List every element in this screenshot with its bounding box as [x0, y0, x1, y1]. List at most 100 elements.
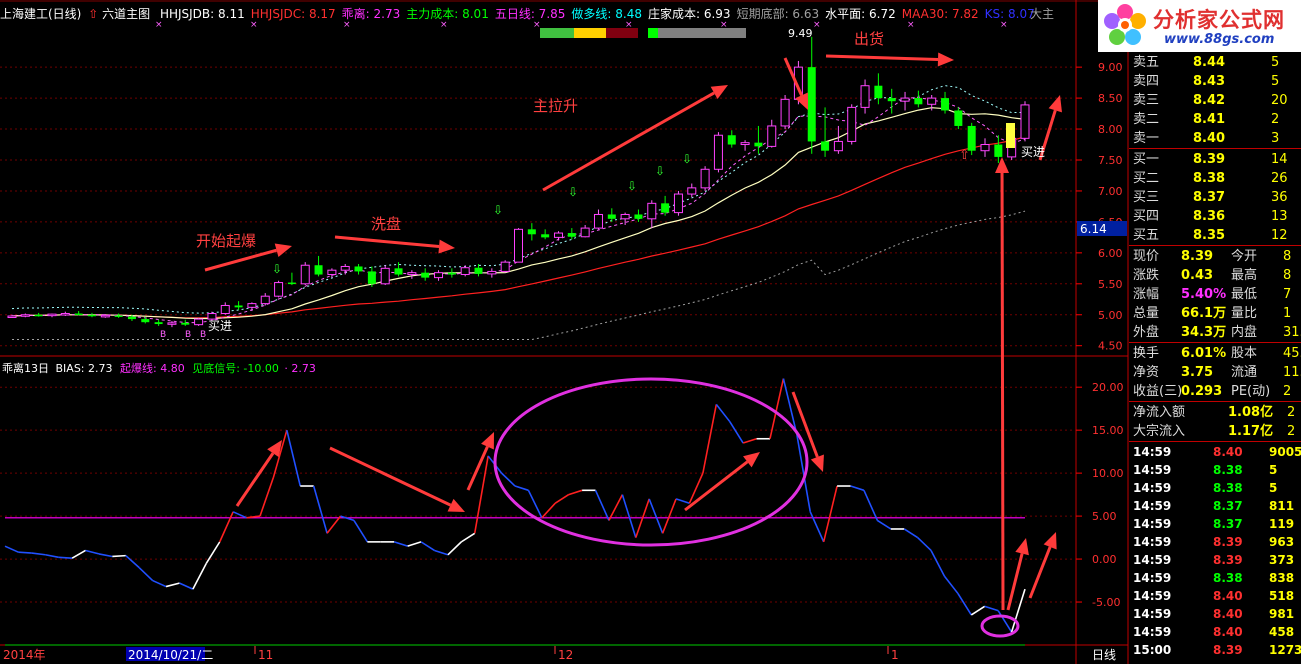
stock-title[interactable]: 上海建工(日线): [0, 7, 81, 21]
quote-price: 8.37: [1193, 190, 1226, 205]
signal-bar: [540, 28, 746, 38]
bias-last-value: · 2.73: [284, 362, 316, 375]
flow-row: 大宗流入 1.17亿 2: [1131, 422, 1301, 441]
bias-segment: [876, 519, 892, 530]
price-tick-label: 5.00: [1098, 309, 1123, 322]
candle: [181, 319, 190, 326]
trade-time: 14:59: [1133, 625, 1172, 639]
stat-value: 0.43: [1181, 268, 1214, 283]
trade-row: 14:59 8.38 838: [1131, 569, 1301, 587]
quote-row: 卖四 8.43 5: [1131, 72, 1301, 91]
trade-volume: 458: [1269, 625, 1295, 639]
candle-body-up: [7, 315, 17, 318]
trade-row: 14:59 8.40 9005: [1131, 443, 1301, 461]
stat-value: 34.3万: [1181, 325, 1227, 340]
candle-body-up: [194, 318, 204, 326]
b-marker: B: [185, 330, 191, 340]
bias-segment: [434, 549, 449, 556]
quote-price: 8.43: [1193, 74, 1226, 89]
svg-text:12: 12: [558, 648, 573, 662]
bias-segment: [541, 502, 556, 519]
bias-segment: [152, 579, 167, 588]
stat-value: 2: [1283, 384, 1292, 399]
header-item: HHJSJDB: 8.11: [159, 7, 245, 21]
candle-body-down: [994, 144, 1003, 157]
bias-segment: [192, 562, 208, 590]
bias-segment: [822, 485, 838, 543]
candle: [541, 229, 550, 240]
candle-body-up: [740, 142, 750, 146]
divider: [1129, 441, 1301, 442]
candle: [60, 311, 70, 316]
svg-text:1: 1: [891, 648, 899, 662]
header-item: 乖离: 2.73: [341, 7, 401, 21]
header-item: 水平面: 6.72: [825, 7, 896, 21]
candle-body-down: [914, 98, 923, 105]
candle: [460, 265, 470, 277]
candle: [833, 125, 843, 154]
candle-body-up: [380, 267, 390, 285]
price-tick-label: 8.50: [1098, 92, 1123, 105]
bias-segment: [353, 519, 369, 543]
svg-text:日线: 日线: [1092, 648, 1116, 662]
quote-price: 8.41: [1193, 112, 1226, 127]
trade-price: 8.39: [1213, 643, 1243, 657]
indicator-name[interactable]: 六道主图: [102, 7, 150, 21]
trade-row: 15:00 8.39 1273: [1131, 641, 1301, 659]
bias-segment: [312, 485, 328, 534]
candle-body-up: [647, 202, 657, 220]
bias-segment: [18, 551, 32, 554]
quote-volume: 13: [1271, 209, 1288, 224]
stat-row: 外盘 34.3万内盘 31.8: [1131, 323, 1301, 342]
divider: [1129, 245, 1301, 246]
candle-body-up: [767, 125, 777, 147]
annotation-arrow: [466, 432, 494, 491]
price-tick-label: 8.00: [1098, 123, 1123, 136]
candle: [434, 270, 444, 281]
trade-row: 14:59 8.40 458: [1131, 623, 1301, 641]
candle-body-up: [847, 106, 857, 142]
candle: [7, 314, 17, 318]
chart-area[interactable]: 9.008.508.007.507.006.506.005.505.004.50…: [0, 0, 1301, 664]
quote-label: 买五: [1133, 228, 1160, 243]
candle: [167, 320, 177, 328]
candle-body-down: [954, 110, 963, 126]
candle-body-down: [34, 314, 43, 317]
bias-segment: [460, 532, 476, 543]
candle-body-down: [74, 313, 83, 316]
candle-body-up: [460, 267, 470, 276]
bias-segment: [514, 485, 529, 492]
stat-value: 1: [1283, 306, 1292, 321]
trade-price: 8.40: [1213, 445, 1243, 459]
candle-body-up: [713, 134, 723, 170]
bias-segment: [997, 610, 1013, 633]
bias-segment: [501, 472, 516, 487]
annotation-arrow: [334, 235, 455, 254]
candle: [447, 268, 456, 278]
quote-price: 8.38: [1193, 171, 1226, 186]
bias-header: 乖离13日 BIAS: 2.73 起爆线: 4.80 见底信号: -10.00 …: [2, 360, 316, 376]
candle-body-up: [1020, 104, 1030, 139]
svg-text:11: 11: [258, 648, 273, 662]
candle-body-down: [727, 135, 736, 145]
candle-body-up: [780, 98, 790, 127]
bias-segment: [407, 541, 422, 547]
candle-body-up: [260, 295, 270, 305]
bias-title[interactable]: 乖离13日: [2, 362, 49, 375]
candle: [634, 209, 643, 222]
bias-segment: [165, 582, 180, 588]
candle-body-up: [700, 168, 710, 189]
flow-value: 1.08亿: [1228, 405, 1274, 420]
candle-body-up: [687, 187, 697, 195]
candle: [553, 231, 563, 241]
candle-body-up: [167, 322, 177, 325]
quote-price: 8.39: [1193, 152, 1226, 167]
candle: [34, 312, 43, 317]
site-logo[interactable]: 分析家公式网 www.88gs.com: [1098, 0, 1301, 52]
b-marker: B: [160, 330, 166, 340]
candle: [154, 319, 163, 326]
bias-segment: [259, 477, 275, 517]
trade-price: 8.38: [1213, 463, 1243, 477]
quote-volume: 3: [1271, 131, 1280, 146]
quote-price: 8.35: [1193, 228, 1226, 243]
